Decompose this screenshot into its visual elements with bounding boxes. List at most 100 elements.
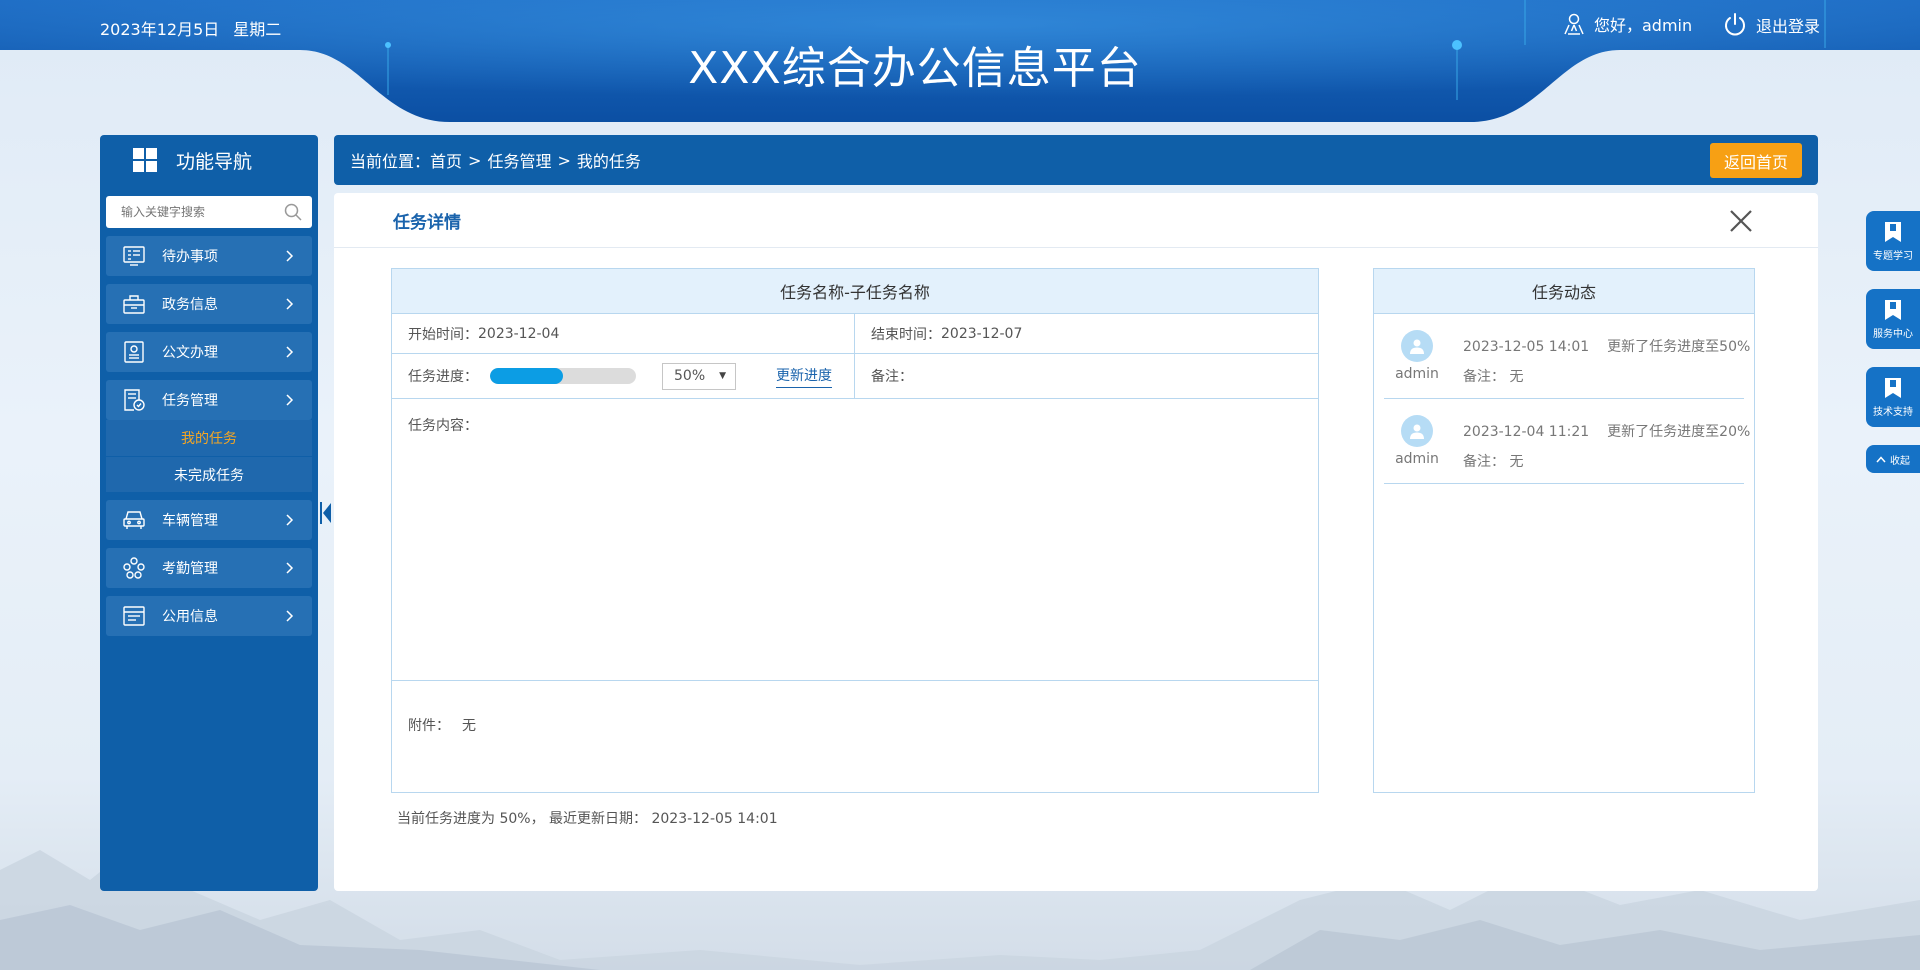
function-nav-sidebar: 功能导航 待办事项 政务信息 公文办理 任务管理 我的任务 (100, 135, 318, 891)
end-time-value: 2023-12-07 (941, 325, 1023, 342)
time-row: 开始时间： 2023-12-04 结束时间： 2023-12-07 (392, 314, 1318, 354)
progress-cell: 任务进度： 50% ▼ 更新进度 (392, 354, 854, 398)
avatar-circle (1401, 330, 1433, 362)
breadcrumb-separator: > (557, 150, 571, 170)
task-detail-panel: 任务详情 任务名称-子任务名称 开始时间： 2023-12-04 结束时间： 2… (334, 193, 1818, 891)
collapse-button[interactable]: 收起 (1866, 445, 1920, 473)
sidebar-subitem-my-tasks[interactable]: 我的任务 (106, 420, 312, 456)
activity-item: admin 2023-12-04 11:21 更新了任务进度至20% 备注： 无 (1384, 399, 1750, 484)
grid-icon (133, 148, 157, 172)
avatar: admin (1392, 330, 1442, 382)
avatar: admin (1392, 415, 1442, 467)
activity-remark: 备注： 无 (1463, 369, 1524, 385)
info-doc-icon (123, 606, 145, 626)
power-icon (1725, 13, 1745, 36)
end-time-label: 结束时间： (871, 326, 941, 343)
briefcase-icon (123, 295, 145, 314)
attach-label: 附件： (408, 718, 450, 734)
dropdown-caret-icon: ▼ (719, 370, 726, 381)
sidebar-item-label: 车辆管理 (162, 513, 218, 529)
task-submenu: 我的任务 未完成任务 (100, 420, 318, 492)
task-content-area: 任务内容： (392, 399, 1318, 681)
breadcrumb-prefix: 当前位置： (350, 152, 431, 171)
sidebar-item-label: 公文办理 (162, 345, 218, 361)
sidebar-item-label: 任务管理 (162, 393, 218, 409)
progress-row: 任务进度： 50% ▼ 更新进度 备注： (392, 354, 1318, 399)
todo-icon (123, 246, 145, 266)
activity-user: admin (1395, 366, 1439, 382)
start-time-value: 2023-12-04 (478, 325, 560, 342)
activity-desc: 更新了任务进度至50% (1607, 339, 1751, 355)
breadcrumb-current: 我的任务 (576, 152, 641, 171)
attendance-icon (123, 557, 145, 579)
start-time-cell: 开始时间： 2023-12-04 (392, 314, 854, 353)
progress-label: 任务进度： (408, 369, 478, 385)
sidebar-item-vehicle[interactable]: 车辆管理 (106, 500, 312, 540)
task-icon (124, 389, 145, 411)
panel-header: 任务详情 (334, 193, 1818, 248)
sidebar-item-todo[interactable]: 待办事项 (106, 236, 312, 276)
attach-value: 无 (462, 718, 476, 734)
collapse-label: 收起 (1890, 455, 1910, 467)
topic-study-button[interactable]: 专题学习 (1866, 211, 1920, 271)
chevron-right-icon (286, 250, 294, 262)
car-icon (123, 511, 145, 529)
bookmark-icon (1885, 221, 1901, 242)
document-seal-icon (124, 341, 144, 363)
start-time-label: 开始时间： (408, 326, 478, 343)
activity-line: 2023-12-05 14:01 更新了任务进度至50% (1463, 336, 1750, 356)
breadcrumb: 当前位置： 首页 > 任务管理 > 我的任务 返回首页 (334, 135, 1818, 185)
sidebar-item-gov-info[interactable]: 政务信息 (106, 284, 312, 324)
progress-select[interactable]: 50% ▼ (662, 362, 736, 390)
activity-user: admin (1395, 451, 1439, 467)
greeting-text: 您好，admin (1594, 16, 1693, 35)
person-icon (1410, 339, 1424, 354)
progress-select-value: 50% (674, 368, 706, 384)
chevron-right-icon (286, 610, 294, 622)
tech-support-button[interactable]: 技术支持 (1866, 367, 1920, 427)
close-icon[interactable] (1726, 206, 1756, 236)
update-progress-link[interactable]: 更新进度 (776, 365, 832, 388)
content-label: 任务内容： (408, 418, 478, 434)
sidebar-item-attendance[interactable]: 考勤管理 (106, 548, 312, 588)
bookmark-icon (1885, 299, 1901, 320)
top-header: 2023年12月5日 星期二 XXX综合办公信息平台 您好，admin 退出登录 (0, 0, 1920, 125)
chevron-right-icon (286, 514, 294, 526)
activity-desc: 更新了任务进度至20% (1607, 424, 1751, 440)
breadcrumb-link-home[interactable]: 首页 (430, 148, 462, 172)
search-icon[interactable] (284, 203, 302, 221)
nav-title-text: 功能导航 (176, 150, 253, 173)
sidebar-item-public-info[interactable]: 公用信息 (106, 596, 312, 636)
activity-remark: 备注： 无 (1463, 454, 1524, 470)
service-center-button[interactable]: 服务中心 (1866, 289, 1920, 349)
return-home-button[interactable]: 返回首页 (1709, 143, 1802, 178)
activity-item: admin 2023-12-05 14:01 更新了任务进度至50% 备注： 无 (1384, 314, 1750, 399)
user-greeting[interactable]: 您好，admin (1562, 12, 1692, 36)
logout-button[interactable]: 退出登录 (1722, 12, 1820, 38)
float-btn-label: 技术支持 (1873, 406, 1913, 418)
search-input[interactable] (121, 205, 284, 219)
sidebar-item-label: 公用信息 (162, 609, 218, 625)
bookmark-icon (1885, 377, 1901, 398)
task-info-table: 任务名称-子任务名称 开始时间： 2023-12-04 结束时间： 2023-1… (391, 268, 1319, 793)
sidebar-item-document[interactable]: 公文办理 (106, 332, 312, 372)
nav-search-box (106, 196, 312, 228)
chevron-up-icon (1876, 455, 1886, 462)
panel-title: 任务详情 (393, 212, 461, 233)
sidebar-subitem-unfinished-tasks[interactable]: 未完成任务 (106, 456, 312, 492)
attachment-row: 附件： 无 (392, 681, 1318, 769)
task-activity-panel: 任务动态 admin 2023-12-05 14:01 更新了任务进度至50% 备… (1373, 268, 1755, 793)
progress-bar-fill (490, 368, 563, 384)
end-time-cell: 结束时间： 2023-12-07 (854, 314, 1318, 353)
activity-time: 2023-12-04 11:21 (1463, 424, 1590, 440)
breadcrumb-link-task-management[interactable]: 任务管理 (487, 148, 551, 172)
logout-text: 退出登录 (1756, 17, 1821, 36)
task-name: 任务名称-子任务名称 (392, 269, 1318, 314)
person-icon (1410, 424, 1424, 439)
sidebar-collapse-icon[interactable] (320, 502, 332, 524)
sidebar-item-label: 待办事项 (162, 249, 218, 265)
progress-bar (490, 368, 636, 384)
chevron-right-icon (286, 346, 294, 358)
sidebar-item-task[interactable]: 任务管理 (106, 380, 312, 420)
chevron-right-icon (286, 394, 294, 406)
